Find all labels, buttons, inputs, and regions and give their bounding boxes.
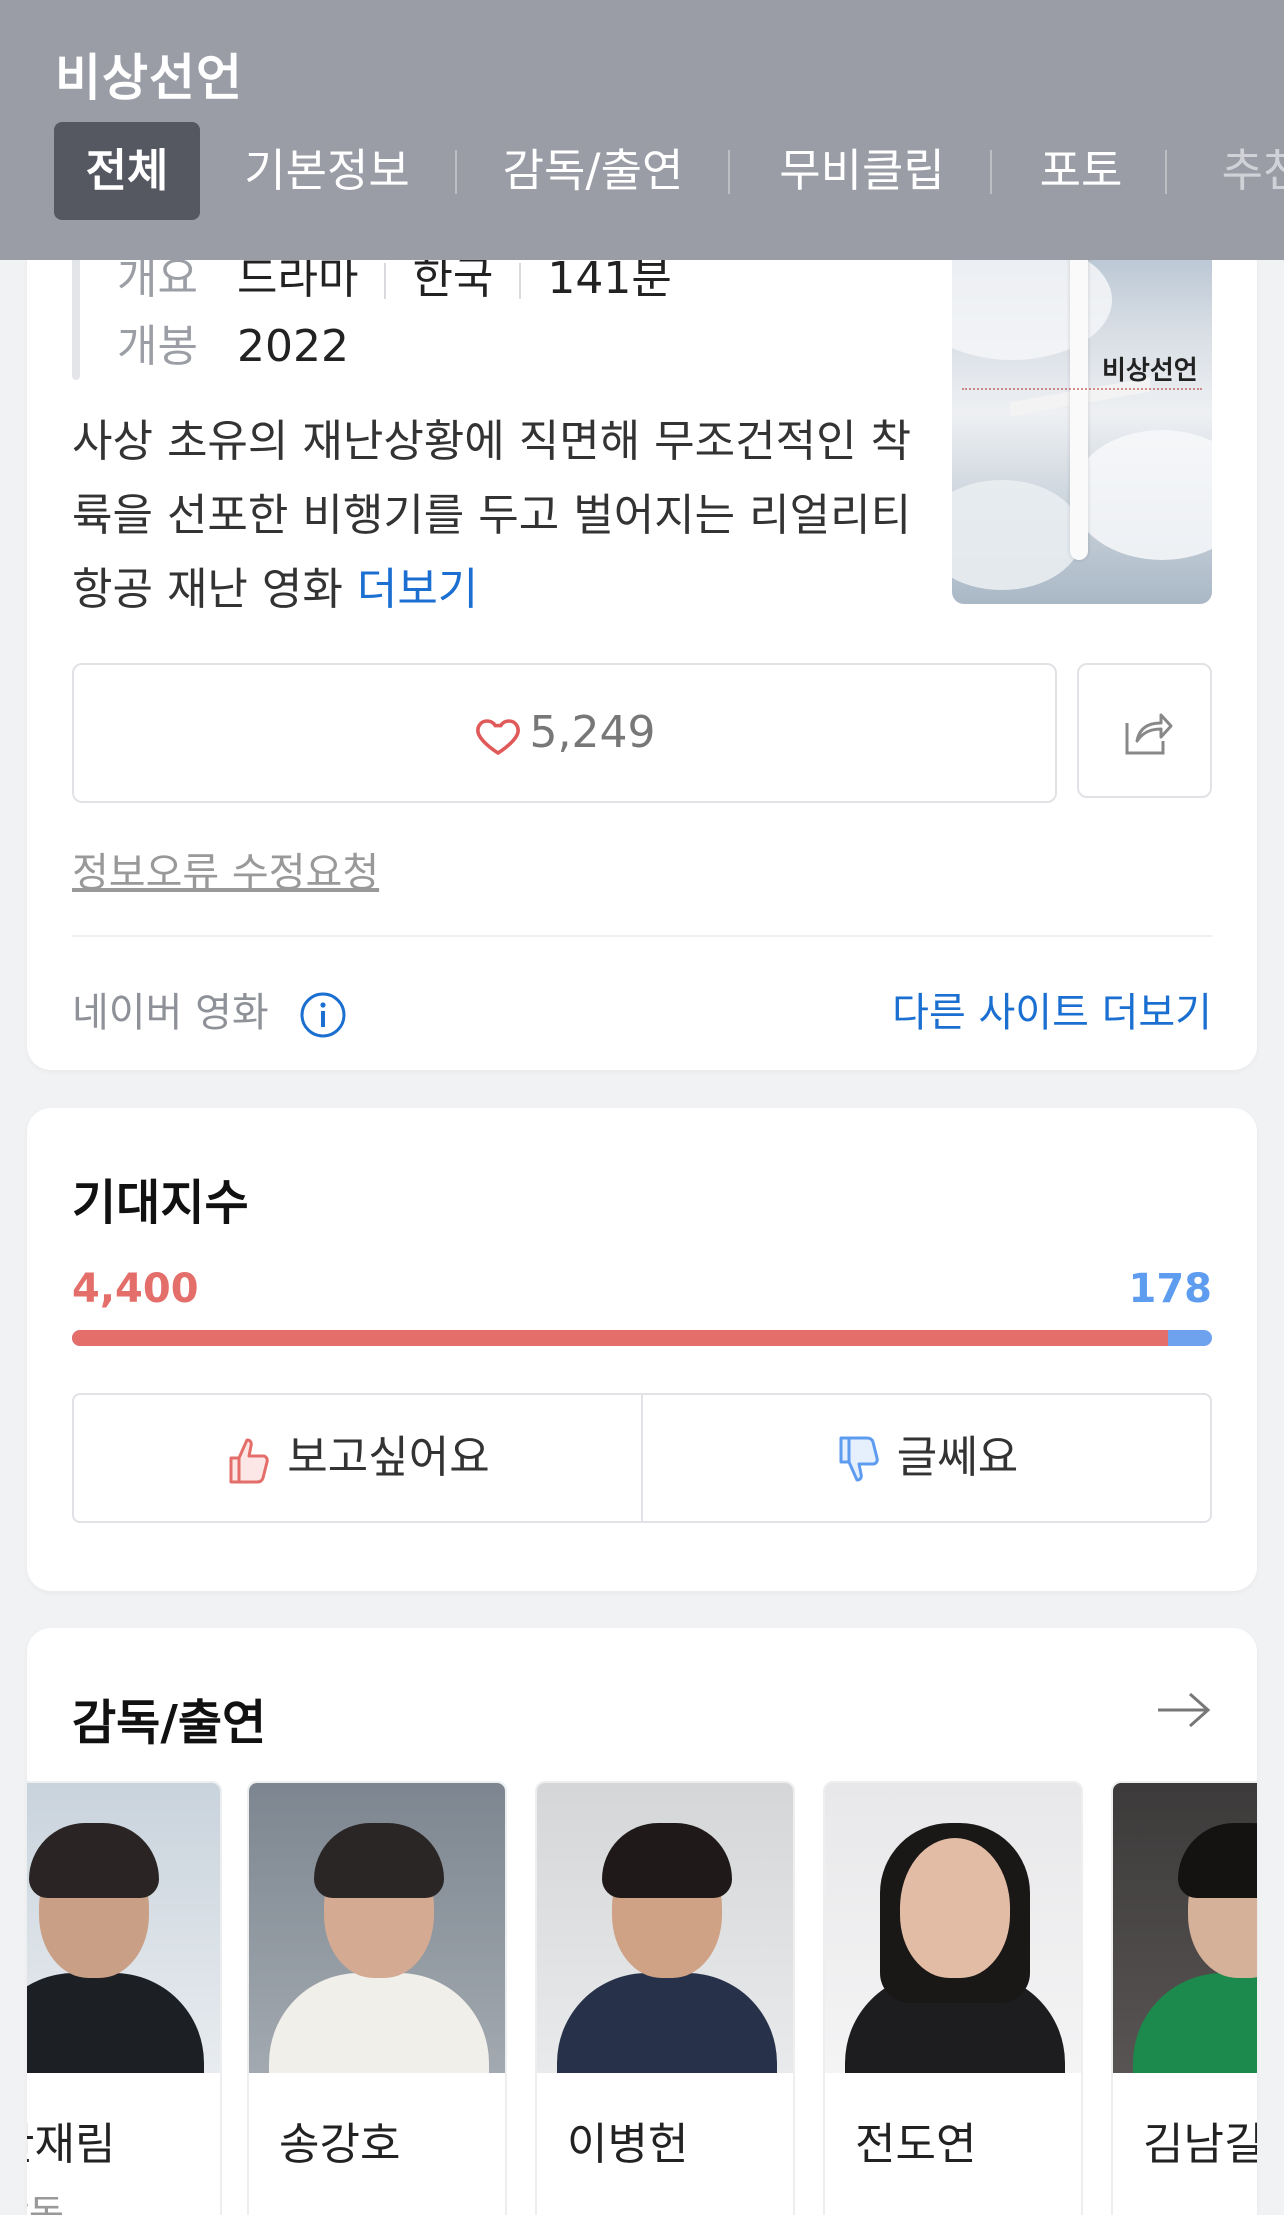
cast-title: 감독/출연	[72, 1695, 267, 1751]
report-error-link[interactable]: 정보오류 수정요청	[72, 840, 379, 898]
poster-title: 비상선언	[1102, 356, 1198, 386]
arrow-right-icon[interactable]	[1156, 1690, 1212, 1730]
release-label: 개봉	[117, 321, 198, 372]
synopsis-text: 사상 초유의 재난상황에 직면해 무조건적인 착륙을 선포한 비행기를 두고 벌…	[72, 416, 912, 615]
meta-separator	[384, 263, 387, 299]
person-photo	[27, 1783, 220, 2073]
info-card: 개요 드라마 한국 141분 개봉 2022 비상선언 사상 초유의 재난상황에 직면해…	[27, 180, 1257, 1070]
tab-all[interactable]: 전체	[54, 122, 200, 220]
cast-card-item[interactable]: 김남길	[1111, 1781, 1257, 2215]
top-header: 비상선언 전체 기본정보 감독/출연 무비클립 포토 추천	[0, 0, 1284, 260]
runtime: 141분	[547, 253, 672, 304]
person-name: 전도연	[855, 2119, 977, 2170]
expectation-bar-fill	[72, 1330, 1168, 1346]
share-button[interactable]	[1077, 663, 1212, 798]
person-name: 한재림	[27, 2119, 116, 2170]
person-role: 감독	[27, 2192, 64, 2215]
not-sure-button[interactable]: 글쎄요	[641, 1395, 1210, 1521]
tab-photo[interactable]: 포토	[1028, 122, 1134, 220]
source-label: 네이버 영화	[72, 980, 347, 1039]
expectation-title: 기대지수	[72, 1175, 249, 1231]
thumbs-up-icon	[229, 1438, 270, 1484]
share-icon	[1125, 713, 1173, 755]
info-icon[interactable]	[299, 991, 347, 1039]
divider	[72, 935, 1212, 937]
want-count: 4,400	[72, 1266, 199, 1312]
person-photo	[249, 1783, 505, 2073]
cast-card-item[interactable]: 한재림 감독	[27, 1781, 222, 2215]
tab-cast[interactable]: 감독/출연	[488, 122, 698, 220]
tab-separator	[1165, 150, 1167, 194]
release-row: 개봉 2022	[117, 310, 349, 374]
cast-list: 한재림 감독 송강호 이병헌 전도연	[27, 1781, 1257, 2215]
person-name: 이병헌	[567, 2119, 689, 2170]
vote-box: 보고싶어요 글쎄요	[72, 1393, 1212, 1523]
thumbs-down-icon	[839, 1436, 879, 1482]
heart-icon	[475, 719, 520, 756]
meh-count: 178	[1128, 1266, 1213, 1312]
person-photo	[825, 1783, 1081, 2073]
person-photo	[537, 1783, 793, 2073]
cast-card: 감독/출연 한재림 감독 송강호 이병헌	[27, 1628, 1257, 2215]
tab-separator	[990, 150, 992, 194]
more-link[interactable]: 더보기	[357, 564, 478, 615]
cast-card-item[interactable]: 송강호	[247, 1781, 507, 2215]
cast-card-item[interactable]: 이병헌	[535, 1781, 795, 2215]
like-count: 5,249	[529, 707, 656, 758]
person-photo	[1113, 1783, 1257, 2073]
movie-title: 비상선언	[55, 49, 243, 107]
tab-basic-info[interactable]: 기본정보	[232, 122, 422, 220]
want-to-see-button[interactable]: 보고싶어요	[74, 1395, 641, 1521]
tab-recommend[interactable]: 추천	[1208, 122, 1284, 220]
expectation-card: 기대지수 4,400 178 보고싶어요 글쎄요	[27, 1108, 1257, 1591]
country: 한국	[412, 253, 494, 304]
tab-bar: 전체 기본정보 감독/출연 무비클립 포토 추천	[0, 122, 1284, 220]
other-sites-link[interactable]: 다른 사이트 더보기	[892, 980, 1212, 1038]
tab-movie-clip[interactable]: 무비클립	[762, 122, 962, 220]
genre: 드라마	[237, 253, 359, 304]
meta-separator	[519, 263, 522, 299]
expectation-bar	[72, 1330, 1212, 1346]
person-name: 김남길	[1143, 2119, 1257, 2170]
synopsis: 사상 초유의 재난상황에 직면해 무조건적인 착륙을 선포한 비행기를 두고 벌…	[72, 405, 922, 627]
cast-card-item[interactable]: 전도연	[823, 1781, 1083, 2215]
release-year: 2022	[237, 321, 349, 372]
person-name: 송강호	[279, 2119, 401, 2170]
like-button[interactable]: 5,249	[72, 663, 1057, 803]
tab-separator	[728, 150, 730, 194]
tab-separator	[455, 150, 457, 194]
